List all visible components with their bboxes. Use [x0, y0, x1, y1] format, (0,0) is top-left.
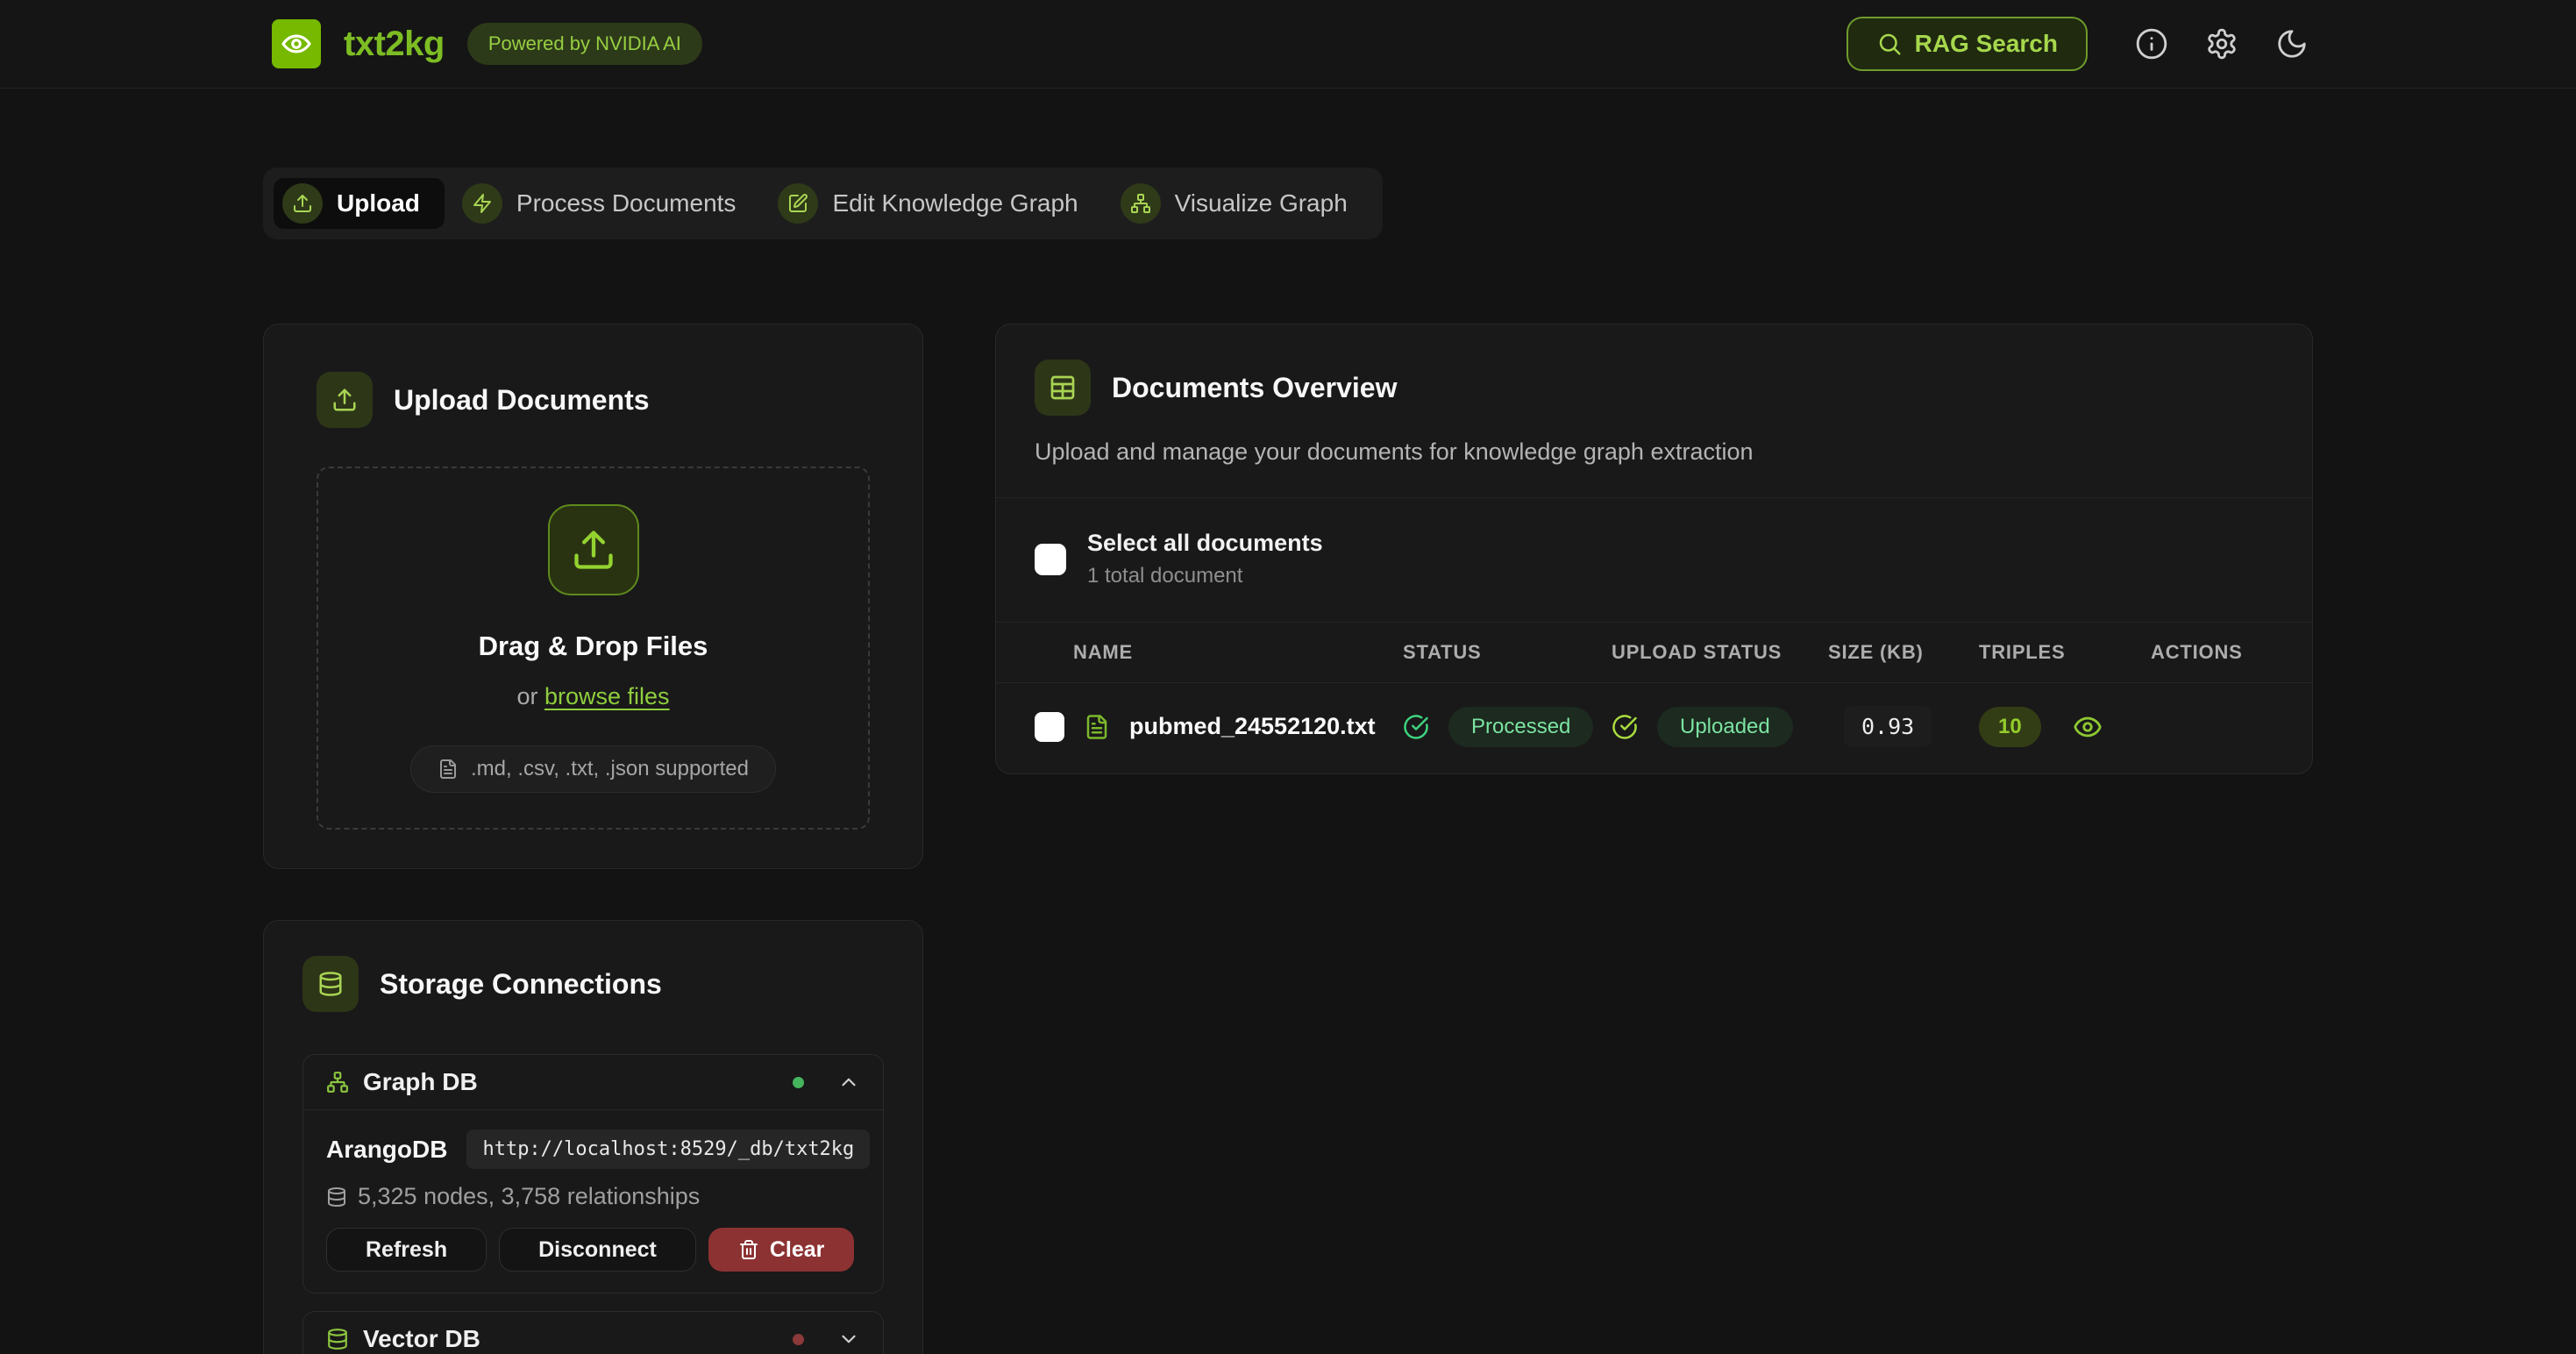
document-name: pubmed_24552120.txt: [1129, 713, 1376, 740]
vector-db-section: Vector DB: [302, 1311, 884, 1354]
chevron-up-icon: [837, 1071, 860, 1094]
tab-upload-label: Upload: [337, 189, 420, 217]
documents-overview-card: Documents Overview Upload and manage you…: [995, 324, 2313, 774]
size-value: 0.93: [1844, 706, 1932, 747]
table-row: pubmed_24552120.txt Processed Uploaded: [996, 683, 2312, 770]
upload-documents-card: Upload Documents Drag & Drop Files or br…: [263, 324, 923, 869]
select-all-label: Select all documents: [1087, 530, 1323, 557]
db-url: http://localhost:8529/_db/txt2kg: [466, 1130, 870, 1169]
info-icon[interactable]: [2135, 27, 2168, 61]
total-documents-text: 1 total document: [1087, 564, 1323, 588]
table-icon: [1035, 360, 1091, 416]
tab-edit-knowledge-graph-label: Edit Knowledge Graph: [832, 189, 1078, 217]
column-upload-status: UPLOAD STATUS: [1612, 641, 1828, 664]
nvidia-logo-icon: [272, 19, 321, 68]
dropzone[interactable]: Drag & Drop Files or browse files .md, .…: [317, 467, 870, 830]
tab-bar: Upload Process Documents Edit Knowledge …: [263, 167, 1383, 239]
column-actions: ACTIONS: [2133, 641, 2274, 664]
row-checkbox[interactable]: [1035, 712, 1064, 742]
tab-process-documents[interactable]: Process Documents: [453, 178, 761, 229]
column-status: STATUS: [1403, 641, 1612, 664]
disconnected-status-dot: [793, 1334, 804, 1345]
view-eye-icon[interactable]: [2073, 712, 2103, 742]
header-actions: RAG Search: [1847, 17, 2309, 71]
check-circle-icon: [1403, 714, 1429, 740]
network-icon: [1121, 183, 1161, 224]
column-triples: TRIPLES: [1979, 641, 2133, 664]
check-circle-icon: [1612, 714, 1638, 740]
select-all-row: Select all documents 1 total document: [996, 497, 2312, 622]
tab-visualize-graph[interactable]: Visualize Graph: [1112, 178, 1372, 229]
edit-pen-icon: [778, 183, 818, 224]
file-icon: [438, 759, 459, 780]
graph-db-label: Graph DB: [363, 1068, 478, 1096]
tab-edit-knowledge-graph[interactable]: Edit Knowledge Graph: [769, 178, 1102, 229]
upload-icon: [282, 183, 323, 224]
file-text-icon: [1084, 714, 1110, 740]
dropzone-title: Drag & Drop Files: [479, 631, 708, 662]
dropzone-or-line: or browse files: [516, 683, 669, 710]
vector-db-label: Vector DB: [363, 1325, 480, 1353]
clear-button[interactable]: Clear: [708, 1228, 855, 1272]
disconnect-button[interactable]: Disconnect: [499, 1228, 696, 1272]
or-text: or: [516, 683, 537, 709]
db-stats-text: 5,325 nodes, 3,758 relationships: [358, 1183, 700, 1210]
zap-icon: [462, 183, 502, 224]
vector-db-toggle[interactable]: Vector DB: [303, 1312, 883, 1354]
app-header: txt2kg Powered by NVIDIA AI RAG Search: [0, 0, 2576, 89]
connected-status-dot: [793, 1077, 804, 1088]
app-title: txt2kg: [344, 25, 445, 64]
database-icon: [302, 956, 359, 1012]
db-stats: 5,325 nodes, 3,758 relationships: [326, 1183, 860, 1210]
upload-icon: [317, 372, 373, 428]
tab-upload[interactable]: Upload: [274, 178, 445, 229]
upload-icon: [548, 504, 639, 595]
search-icon: [1876, 31, 1903, 57]
storage-connections-card: Storage Connections Graph DB: [263, 920, 923, 1354]
settings-gear-icon[interactable]: [2205, 27, 2238, 61]
rag-search-button[interactable]: RAG Search: [1847, 17, 2088, 71]
upload-card-title: Upload Documents: [394, 384, 650, 417]
tab-visualize-graph-label: Visualize Graph: [1175, 189, 1348, 217]
brand-group: txt2kg Powered by NVIDIA AI: [272, 19, 702, 68]
rag-search-label: RAG Search: [1915, 30, 2058, 58]
storage-card-title: Storage Connections: [380, 968, 662, 1001]
trash-icon: [738, 1239, 759, 1260]
database-icon: [326, 1187, 347, 1208]
select-all-checkbox[interactable]: [1035, 544, 1066, 575]
supported-formats-text: .md, .csv, .txt, .json supported: [471, 757, 749, 781]
supported-formats-pill: .md, .csv, .txt, .json supported: [410, 745, 776, 793]
documents-card-title: Documents Overview: [1112, 372, 1397, 404]
column-size: SIZE (KB): [1828, 641, 1979, 664]
graph-db-toggle[interactable]: Graph DB: [303, 1055, 883, 1109]
refresh-button[interactable]: Refresh: [326, 1228, 487, 1272]
database-icon: [326, 1328, 349, 1350]
graph-db-details: ArangoDB http://localhost:8529/_db/txt2k…: [303, 1109, 883, 1293]
documents-card-subtitle: Upload and manage your documents for kno…: [1035, 438, 2274, 497]
upload-status-badge: Uploaded: [1657, 707, 1793, 747]
network-icon: [326, 1071, 349, 1094]
tab-process-documents-label: Process Documents: [516, 189, 737, 217]
column-name: NAME: [1035, 641, 1403, 664]
triples-badge: 10: [1979, 707, 2041, 747]
db-provider-name: ArangoDB: [326, 1136, 447, 1164]
graph-db-section: Graph DB ArangoDB http://localhost:8529/…: [302, 1054, 884, 1293]
chevron-down-icon: [837, 1328, 860, 1350]
theme-toggle-moon-icon[interactable]: [2275, 27, 2309, 61]
browse-files-link[interactable]: browse files: [544, 683, 670, 709]
main-content: Upload Process Documents Edit Knowledge …: [0, 89, 2576, 1354]
clear-button-label: Clear: [770, 1237, 825, 1263]
status-badge: Processed: [1448, 707, 1593, 747]
table-header: NAME STATUS UPLOAD STATUS SIZE (KB) TRIP…: [996, 622, 2312, 683]
powered-by-badge: Powered by NVIDIA AI: [467, 23, 702, 65]
